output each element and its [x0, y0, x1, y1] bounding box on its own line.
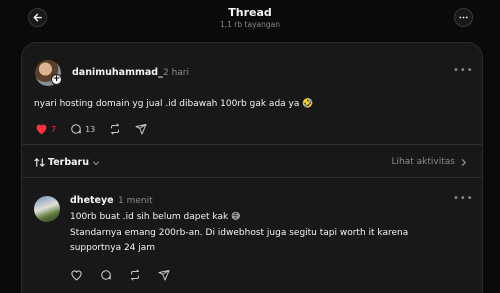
comment-count: 13 [85, 124, 96, 134]
post-more-icon[interactable]: ••• [453, 65, 474, 76]
follow-plus-icon[interactable]: + [51, 74, 62, 85]
like-count: 7 [51, 124, 57, 134]
divider [22, 177, 482, 178]
comment-button[interactable]: 13 [70, 123, 95, 135]
divider [22, 144, 482, 145]
page-title: Thread [228, 6, 272, 19]
thread-card: + danimuhammad_ 2 hari ••• nyari hosting… [21, 42, 483, 293]
view-activity-label: Lihat aktivitas [391, 157, 455, 167]
like-button[interactable]: 7 [35, 123, 56, 135]
reply-line-2: Standarnya emang 200rb-an. Di idwebhost … [70, 228, 409, 238]
more-horizontal-icon [459, 16, 468, 19]
reply-username[interactable]: dheteye [70, 195, 114, 206]
reply-more-icon[interactable]: ••• [453, 193, 474, 204]
share-button[interactable] [135, 123, 147, 135]
reply-avatar[interactable] [34, 196, 60, 222]
view-count: 1,1 rb tayangan [220, 20, 280, 29]
more-options-button[interactable] [454, 8, 473, 27]
heart-outline-icon [71, 270, 82, 281]
post-time: 2 hari [163, 68, 190, 78]
chevron-down-icon [92, 160, 100, 165]
post-text: nyari hosting domain yg jual .id dibawah… [34, 99, 314, 109]
reply-line-1: 100rb buat .id sih belum dapet kak 😅 [70, 212, 241, 222]
post-actions: 7 13 [35, 123, 161, 135]
heart-icon [36, 124, 47, 135]
comment-icon [71, 124, 81, 134]
send-icon [135, 124, 147, 135]
reply-like-button[interactable] [70, 269, 83, 281]
reply-time: 1 menit [118, 196, 153, 206]
reply-share-button[interactable] [158, 269, 170, 281]
reply-comment-button[interactable] [100, 269, 112, 281]
reply-actions [70, 269, 184, 281]
repost-button[interactable] [109, 123, 121, 135]
top-bar: Thread 1,1 rb tayangan [0, 0, 500, 40]
sort-arrows-icon [34, 158, 45, 167]
repost-icon [111, 123, 120, 135]
chevron-right-icon [461, 158, 467, 166]
sort-label: Terbaru [48, 157, 90, 168]
post-username[interactable]: danimuhammad_ [72, 67, 163, 78]
repost-icon [131, 269, 139, 281]
view-activity-link[interactable]: Lihat aktivitas [392, 157, 468, 167]
comment-icon [101, 270, 111, 280]
reply-repost-button[interactable] [129, 269, 141, 281]
send-icon [158, 270, 170, 281]
reply-line-3: supportnya 24 jam [70, 243, 156, 253]
sort-dropdown[interactable]: Terbaru [34, 157, 100, 168]
